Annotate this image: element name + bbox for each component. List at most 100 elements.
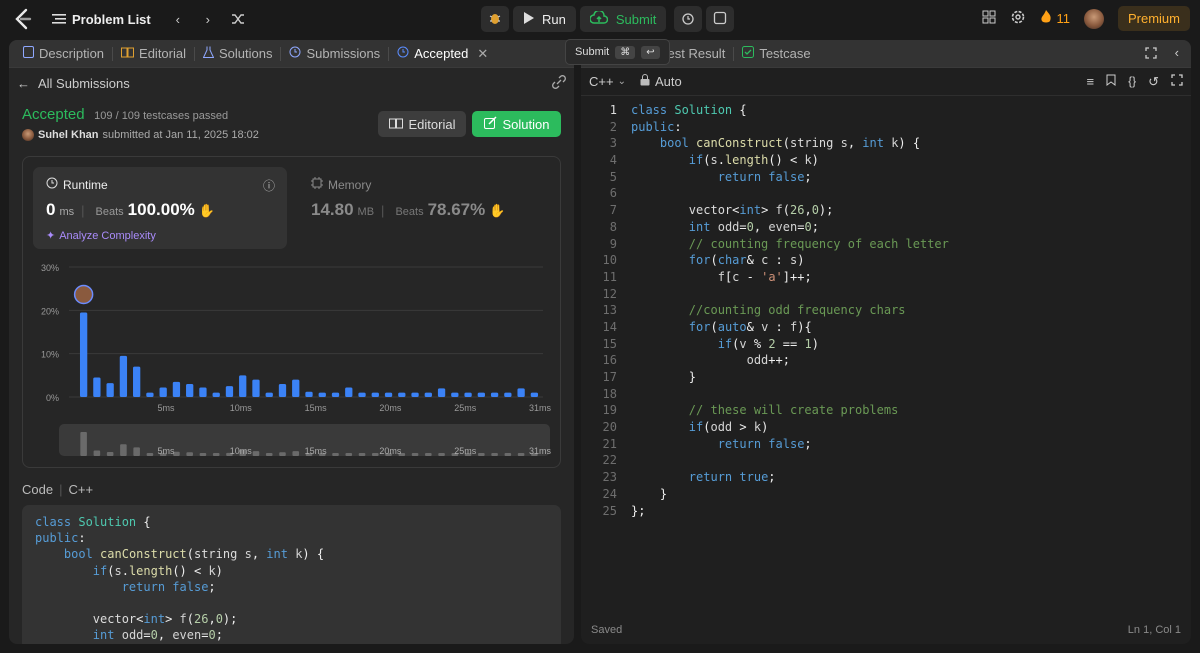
code-line[interactable]: // these will create problems: [631, 402, 949, 419]
code-line[interactable]: }: [631, 486, 949, 503]
mini-x-tick-label: 31ms: [529, 446, 552, 456]
code-line[interactable]: if(odd > k): [631, 419, 949, 436]
code-line[interactable]: };: [631, 503, 949, 520]
y-tick-label: 20%: [41, 306, 59, 316]
code-line[interactable]: public:: [631, 119, 949, 136]
close-tab-icon[interactable]: ✕: [477, 46, 488, 62]
all-submissions-label: All Submissions: [38, 75, 130, 91]
editor-toolbar: C++ ⌄ Auto ≡ {} ↺: [581, 68, 1191, 96]
bar: [159, 387, 167, 397]
line-number: 1: [609, 103, 617, 117]
x-tick-label: 25ms: [454, 403, 477, 413]
maximize-icon[interactable]: [1145, 47, 1157, 62]
bar: [451, 392, 459, 397]
editor-code-lines[interactable]: class Solution {public: bool canConstruc…: [631, 102, 949, 519]
auto-mode[interactable]: Auto: [640, 74, 682, 89]
chevron-right-icon[interactable]: ›: [197, 12, 219, 27]
runtime-value: 0: [46, 200, 56, 219]
collapse-icon[interactable]: ‹: [1175, 45, 1179, 60]
problem-list-button[interactable]: Problem List: [44, 6, 159, 32]
timer-button[interactable]: [674, 6, 703, 32]
mini-bar: [345, 453, 353, 456]
code-line[interactable]: [631, 286, 949, 303]
share-link-icon[interactable]: [552, 74, 566, 92]
tab-label: Solutions: [219, 46, 273, 61]
bar: [358, 392, 366, 397]
all-submissions-link[interactable]: ← All Submissions: [17, 76, 130, 91]
code-line[interactable]: // counting frequency of each letter: [631, 236, 949, 253]
tab-submissions[interactable]: Submissions: [281, 40, 388, 68]
code-line[interactable]: class Solution {: [631, 102, 949, 119]
bar: [477, 392, 485, 397]
bookmark-icon[interactable]: [1106, 74, 1116, 90]
code-line[interactable]: for(char& c : s): [631, 252, 949, 269]
language-select[interactable]: C++ ⌄: [589, 74, 626, 89]
bar: [239, 375, 247, 397]
submit-button[interactable]: Submit: [579, 6, 667, 32]
bar: [371, 392, 379, 397]
tab-label: Accepted: [414, 46, 469, 61]
mini-bar: [252, 451, 260, 456]
runtime-card[interactable]: Runtime ⓘ 0 ms | Beats 100.00% ✋ ✦ Analy…: [33, 167, 287, 249]
tab-testcase[interactable]: Testcase: [734, 40, 818, 68]
line-number: 12: [602, 286, 617, 301]
code-line[interactable]: //counting odd frequency chars: [631, 302, 949, 319]
line-number: 5: [609, 169, 617, 184]
code-line[interactable]: if(v % 2 == 1): [631, 336, 949, 353]
book-icon: [388, 117, 403, 132]
mini-bar: [212, 453, 220, 456]
code-line[interactable]: f[c - 'a']++;: [631, 269, 949, 286]
tab-solutions[interactable]: Solutions: [195, 40, 280, 68]
code-line[interactable]: [631, 185, 949, 202]
run-button[interactable]: Run: [513, 6, 576, 32]
code-line[interactable]: return false;: [631, 436, 949, 453]
line-number: 14: [602, 319, 617, 334]
braces-icon[interactable]: {}: [1128, 74, 1136, 90]
history-icon: [397, 46, 409, 61]
code-editor[interactable]: 1 2 3 4 5 6 7 8 9 10 11 12 13 14 15 16 17 18 19 20 21 22 23 24 2…: [581, 100, 1191, 620]
user-avatar[interactable]: [1083, 8, 1104, 29]
notes-button[interactable]: [706, 6, 735, 32]
code-line[interactable]: int odd=0, even=0;: [631, 219, 949, 236]
bar: [292, 379, 300, 397]
code-line[interactable]: vector<int> f(26,0);: [631, 202, 949, 219]
code-line[interactable]: return false;: [631, 169, 949, 186]
tab-accepted[interactable]: Accepted ✕: [389, 40, 496, 68]
tab-editorial[interactable]: Editorial: [113, 40, 194, 68]
solution-button[interactable]: Solution: [472, 111, 561, 137]
code-line[interactable]: [631, 452, 949, 469]
premium-button[interactable]: Premium: [1117, 6, 1190, 31]
line-number: 16: [602, 353, 617, 368]
bar: [464, 392, 472, 397]
mini-bar: [358, 453, 366, 456]
submitter-name[interactable]: Suhel Khan: [38, 129, 99, 141]
format-icon[interactable]: ≡: [1086, 74, 1094, 90]
debug-button[interactable]: [481, 6, 509, 32]
submitted-code-block[interactable]: class Solution { public: bool canConstru…: [22, 505, 561, 644]
edit-icon: [483, 116, 497, 132]
line-number: 9: [609, 236, 617, 251]
streak-counter[interactable]: 11: [1040, 10, 1070, 27]
editorial-button[interactable]: Editorial: [378, 111, 466, 137]
code-line[interactable]: for(auto& v : f){: [631, 319, 949, 336]
chevron-left-icon[interactable]: ‹: [167, 12, 189, 27]
tab-description[interactable]: Description: [15, 40, 112, 68]
code-line[interactable]: }: [631, 369, 949, 386]
info-icon[interactable]: ⓘ: [263, 177, 275, 194]
code-line[interactable]: bool canConstruct(string s, int k) {: [631, 135, 949, 152]
fullscreen-icon[interactable]: [1171, 73, 1183, 90]
bar: [79, 312, 88, 397]
grid-layout-icon[interactable]: [982, 10, 996, 27]
settings-gear-icon[interactable]: [1010, 9, 1026, 28]
shuffle-icon[interactable]: [227, 13, 249, 25]
analyze-complexity-link[interactable]: ✦ Analyze Complexity: [46, 229, 274, 243]
code-line[interactable]: [631, 386, 949, 403]
code-line[interactable]: if(s.length() < k): [631, 152, 949, 169]
memory-beats: 78.67%: [427, 200, 486, 219]
code-line[interactable]: odd++;: [631, 352, 949, 369]
mini-bar: [332, 453, 339, 456]
leetcode-logo-icon[interactable]: [10, 6, 36, 32]
code-line[interactable]: return true;: [631, 469, 949, 486]
reset-icon[interactable]: ↺: [1148, 74, 1159, 90]
memory-card[interactable]: Memory 14.80 MB | Beats 78.67% ✋: [311, 177, 505, 220]
